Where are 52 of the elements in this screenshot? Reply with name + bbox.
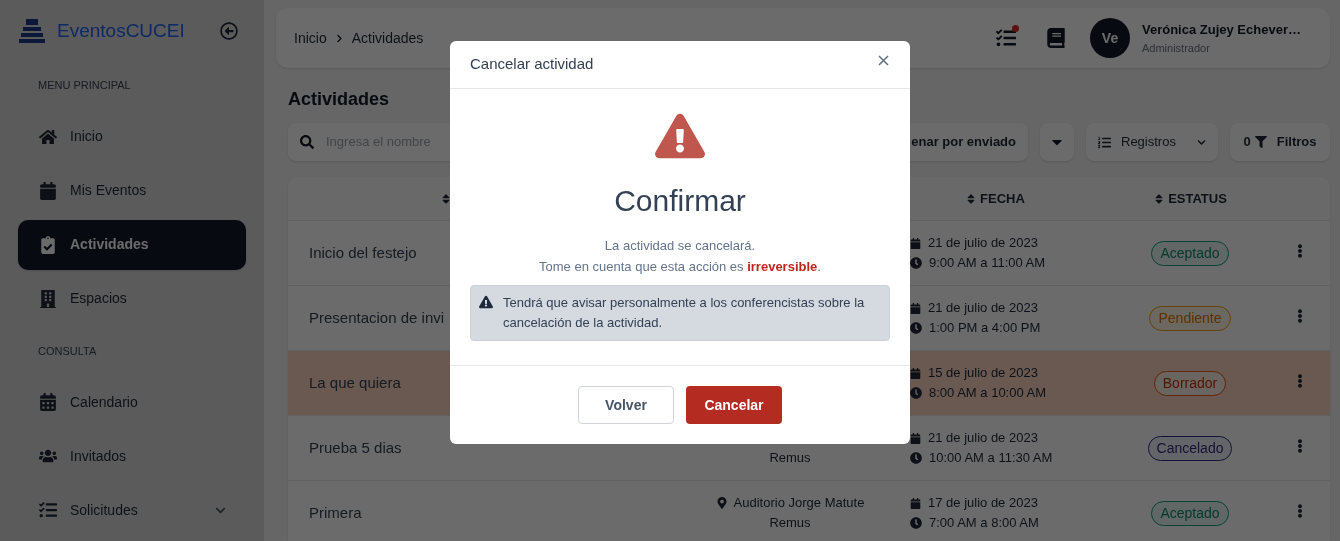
section-title: MENU PRINCIPAL (37, 78, 132, 93)
nav-item[interactable]: Inicio (18, 111, 246, 162)
nav-item[interactable]: Solicitudes (18, 485, 246, 535)
status-badge: Borrador (1153, 370, 1227, 396)
activity-name: Inicio del festejo (309, 242, 417, 263)
column-header[interactable]: ESTATUS (1168, 188, 1227, 209)
breadcrumb-link[interactable]: Inicio (294, 27, 327, 49)
filter-count: 0 (1243, 133, 1251, 152)
user-role: Administrador (1142, 40, 1211, 56)
time-text: 7:00 AM a 8:00 AM (929, 514, 1039, 532)
activity-name: Primera (309, 502, 362, 523)
page-title: Actividades (288, 88, 391, 111)
avatar: Ve (1090, 18, 1130, 58)
time-text: 10:00 AM a 11:30 AM (929, 449, 1053, 467)
location-text: Remus (769, 449, 811, 467)
cancel-activity-button[interactable]: Cancelar (686, 386, 782, 424)
user-name: Verónica Zujey Echever… (1142, 21, 1302, 39)
nav-item[interactable]: Calendario (18, 377, 246, 427)
status-badge: Pendiente (1149, 305, 1231, 331)
filters-button[interactable]: 0 Filtros (1230, 123, 1330, 161)
date-text: 21 de julio de 2023 (928, 299, 1038, 317)
activity-name: Prueba 5 dias (309, 437, 402, 458)
dialog-heading: Confirmar (614, 183, 746, 219)
location-text: Remus (769, 514, 811, 532)
date-text: 17 de julio de 2023 (928, 494, 1038, 512)
records-button[interactable]: Registros (1086, 123, 1218, 161)
time-text: 8:00 AM a 10:00 AM (929, 384, 1047, 402)
location-text: Auditorio Jorge Matute (733, 494, 865, 512)
status-badge: Aceptado (1151, 240, 1229, 266)
dialog-message: Tome en cuenta que esta acción es irreversible. (539, 258, 821, 276)
back-button[interactable]: Volver (578, 386, 674, 424)
date-text: 21 de julio de 2023 (928, 234, 1038, 252)
activity-name: La que quiera (309, 372, 401, 393)
section-title: CONSULTA (37, 343, 98, 359)
nav-item[interactable]: Mis Eventos (18, 165, 246, 216)
time-text: 9:00 AM a 11:00 AM (929, 254, 1046, 272)
status-badge: Cancelado (1147, 435, 1233, 461)
nav-item[interactable]: Actividades (18, 219, 246, 270)
alert-text: Tendrá que avisar personalmente a los conferencistas sobre la cancelación de la actividad. (503, 294, 866, 332)
breadcrumb-current: Actividades (351, 28, 424, 48)
dialog-title: Cancelar actividad (470, 54, 594, 75)
date-text: 15 de julio de 2023 (928, 364, 1038, 382)
time-text: 1:00 PM a 4:00 PM (929, 319, 1041, 337)
activity-name: Presentacion de invi (309, 307, 445, 328)
nav-item[interactable]: Espacios (18, 273, 246, 324)
status-badge: Aceptado (1151, 500, 1229, 526)
nav-item[interactable]: Invitados (18, 431, 246, 481)
filter-label: Filtros (1276, 133, 1317, 152)
date-text: 21 de julio de 2023 (928, 429, 1038, 447)
dialog-message: La actividad se cancelará. (604, 237, 756, 255)
brand-name: EventosCUCEI (57, 18, 185, 43)
column-header[interactable]: FECHA (980, 188, 1025, 209)
